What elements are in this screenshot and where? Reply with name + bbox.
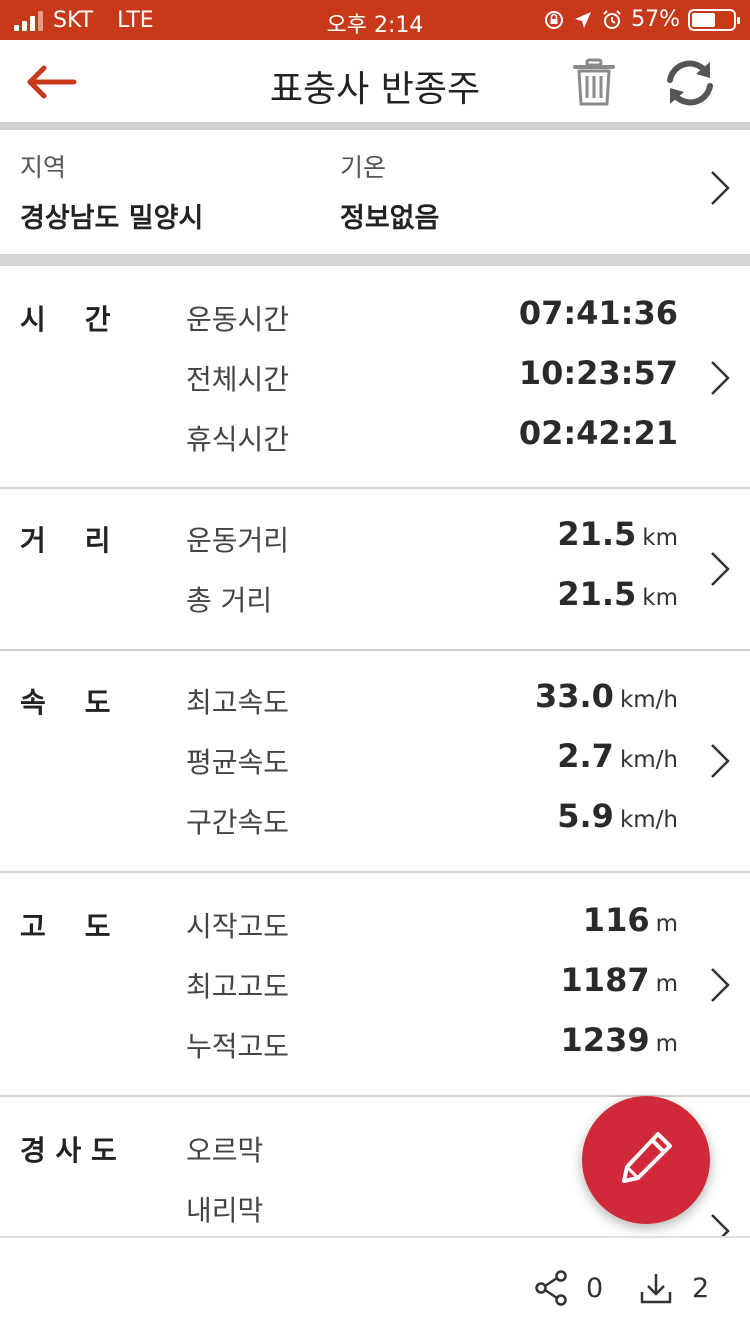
back-button[interactable] [24, 60, 80, 104]
battery-percent: 57% [631, 7, 680, 32]
bottom-bar: 0 2 [0, 1236, 750, 1334]
arrow-left-icon [27, 65, 77, 99]
row-value: 21.5 km [557, 575, 678, 613]
time-category-label: 시 간 [20, 303, 111, 336]
altitude-category-label: 고 도 [20, 910, 111, 943]
trash-icon [573, 58, 615, 106]
edit-fab-button[interactable] [582, 1096, 710, 1224]
status-right: 57% [543, 7, 740, 32]
row-value: 21.5 km [557, 515, 678, 553]
region-value: 경상남도 밀양시 [20, 203, 204, 234]
location-icon [575, 11, 592, 28]
chevron-right-icon [711, 552, 730, 586]
battery-fill [692, 12, 715, 27]
row-label: 시작고도 [186, 910, 290, 943]
row-value: 116 m [582, 901, 678, 939]
status-bar: SKT LTE 오후 2:14 57% [0, 0, 750, 40]
distance-category-label: 거 리 [20, 524, 111, 557]
page-title: 표충사 반종주 [269, 69, 481, 110]
refresh-button[interactable] [660, 58, 720, 108]
speed-category-label: 속 도 [20, 686, 111, 719]
share-button[interactable]: 0 [534, 1270, 603, 1306]
share-icon [535, 1270, 567, 1306]
temperature-label: 기온 [340, 153, 387, 182]
app-header: 표충사 반종주 [0, 40, 750, 124]
chevron-right-icon [711, 968, 730, 1002]
refresh-icon [667, 60, 713, 106]
download-count: 2 [692, 1272, 710, 1304]
delete-button[interactable] [572, 58, 616, 108]
row-label: 내리막 [186, 1194, 264, 1227]
row-value: 1239 m [560, 1021, 678, 1059]
row-label: 오르막 [186, 1134, 264, 1167]
row-label: 최고고도 [186, 970, 290, 1003]
row-label: 평균속도 [186, 746, 290, 779]
region-column: 지역 경상남도 밀양시 [20, 148, 203, 235]
slope-category-label: 경 사 도 [20, 1134, 117, 1167]
row-value: 5.9 km/h [557, 797, 678, 835]
row-label: 최고속도 [186, 686, 290, 719]
row-label: 총 거리 [186, 584, 273, 617]
distance-section[interactable]: 거 리 운동거리 21.5 km 총 거리 21.5 km [0, 489, 750, 649]
row-value: 07:41:36 [518, 294, 678, 332]
row-value: 02:42:21 [518, 414, 678, 452]
row-label: 전체시간 [186, 363, 290, 396]
temperature-value: 정보없음 [340, 203, 440, 234]
header-divider [0, 122, 750, 130]
rotation-lock-icon [545, 10, 564, 29]
chevron-right-icon [711, 361, 730, 395]
region-label: 지역 [20, 153, 67, 182]
share-count: 0 [586, 1272, 604, 1304]
region-info-row[interactable]: 지역 경상남도 밀양시 기온 정보없음 [0, 132, 750, 254]
row-label: 누적고도 [186, 1030, 290, 1063]
speed-section[interactable]: 속 도 최고속도 33.0 km/h 평균속도 2.7 km/h 구간속도 5.9 k… [0, 651, 750, 871]
row-label: 휴식시간 [186, 423, 290, 456]
pencil-icon [622, 1132, 672, 1183]
row-label: 구간속도 [186, 806, 290, 839]
chevron-right-icon [711, 744, 730, 778]
chevron-right-icon [711, 171, 730, 205]
row-label: 운동거리 [186, 524, 290, 557]
download-button[interactable]: 2 [638, 1270, 709, 1306]
row-label: 운동시간 [186, 303, 290, 336]
row-value: 1187 m [560, 961, 678, 999]
battery-icon [688, 8, 740, 31]
time-section[interactable]: 시 간 운동시간 07:41:36 전체시간 10:23:57 휴식시간 02:… [0, 266, 750, 488]
row-value: 2.7 km/h [557, 737, 678, 775]
download-icon [640, 1274, 672, 1304]
row-value: 33.0 km/h [534, 677, 678, 715]
temperature-column: 기온 정보없음 [340, 148, 439, 235]
alarm-icon [603, 9, 621, 29]
row-value: 10:23:57 [518, 354, 678, 392]
region-divider [0, 254, 750, 266]
altitude-section[interactable]: 고 도 시작고도 116 m 최고고도 1187 m 누적고도 1239 m [0, 873, 750, 1095]
